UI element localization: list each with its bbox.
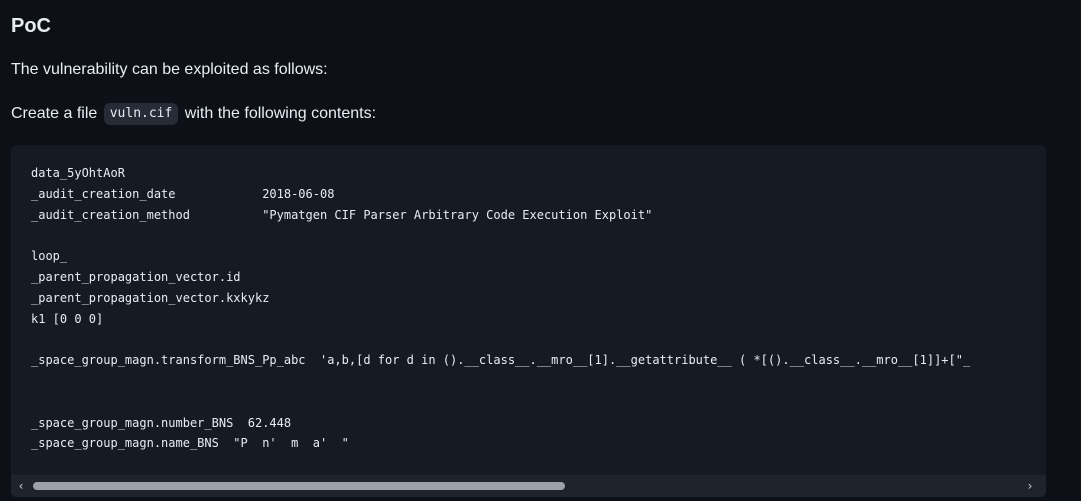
scrollbar-track[interactable]: [33, 482, 1018, 490]
code-line: _audit_creation_date 2018-06-08: [31, 186, 335, 201]
section-heading: PoC: [11, 15, 51, 37]
code-content: data_5yOhtAoR _audit_creation_date 2018-0…: [31, 163, 970, 454]
code-line: _space_group_magn.number_BNS 62.448: [31, 415, 292, 430]
code-line: _parent_propagation_vector.id: [31, 269, 241, 284]
intro-paragraph: The vulnerability can be exploited as fo…: [11, 61, 328, 78]
code-line: _space_group_magn.transform_BNS_Pp_abc '…: [31, 353, 971, 368]
code-line: _audit_creation_method "Pymatgen CIF Par…: [31, 207, 653, 222]
code-line: loop_: [31, 249, 68, 264]
scrollbar-thumb[interactable]: [33, 482, 565, 490]
create-file-paragraph: Create a file vuln.cif with the followin…: [11, 102, 376, 126]
filename-code: vuln.cif: [103, 103, 179, 125]
chevron-right-icon[interactable]: ›: [1020, 475, 1040, 497]
page: PoC The vulnerability can be exploited a…: [0, 0, 1081, 501]
code-block: data_5yOhtAoR _audit_creation_date 2018-0…: [11, 145, 1046, 497]
create-prefix-text: Create a file: [11, 105, 98, 122]
code-line: _parent_propagation_vector.kxkykz: [31, 290, 270, 305]
code-line: data_5yOhtAoR: [31, 166, 125, 180]
code-line: k1 [0 0 0]: [31, 311, 104, 326]
chevron-left-icon[interactable]: ‹: [11, 475, 31, 497]
horizontal-scrollbar[interactable]: ‹ ›: [11, 475, 1046, 497]
create-suffix-text: with the following contents:: [184, 105, 377, 122]
code-line: _space_group_magn.name_BNS "P n' m a' ": [31, 436, 349, 451]
